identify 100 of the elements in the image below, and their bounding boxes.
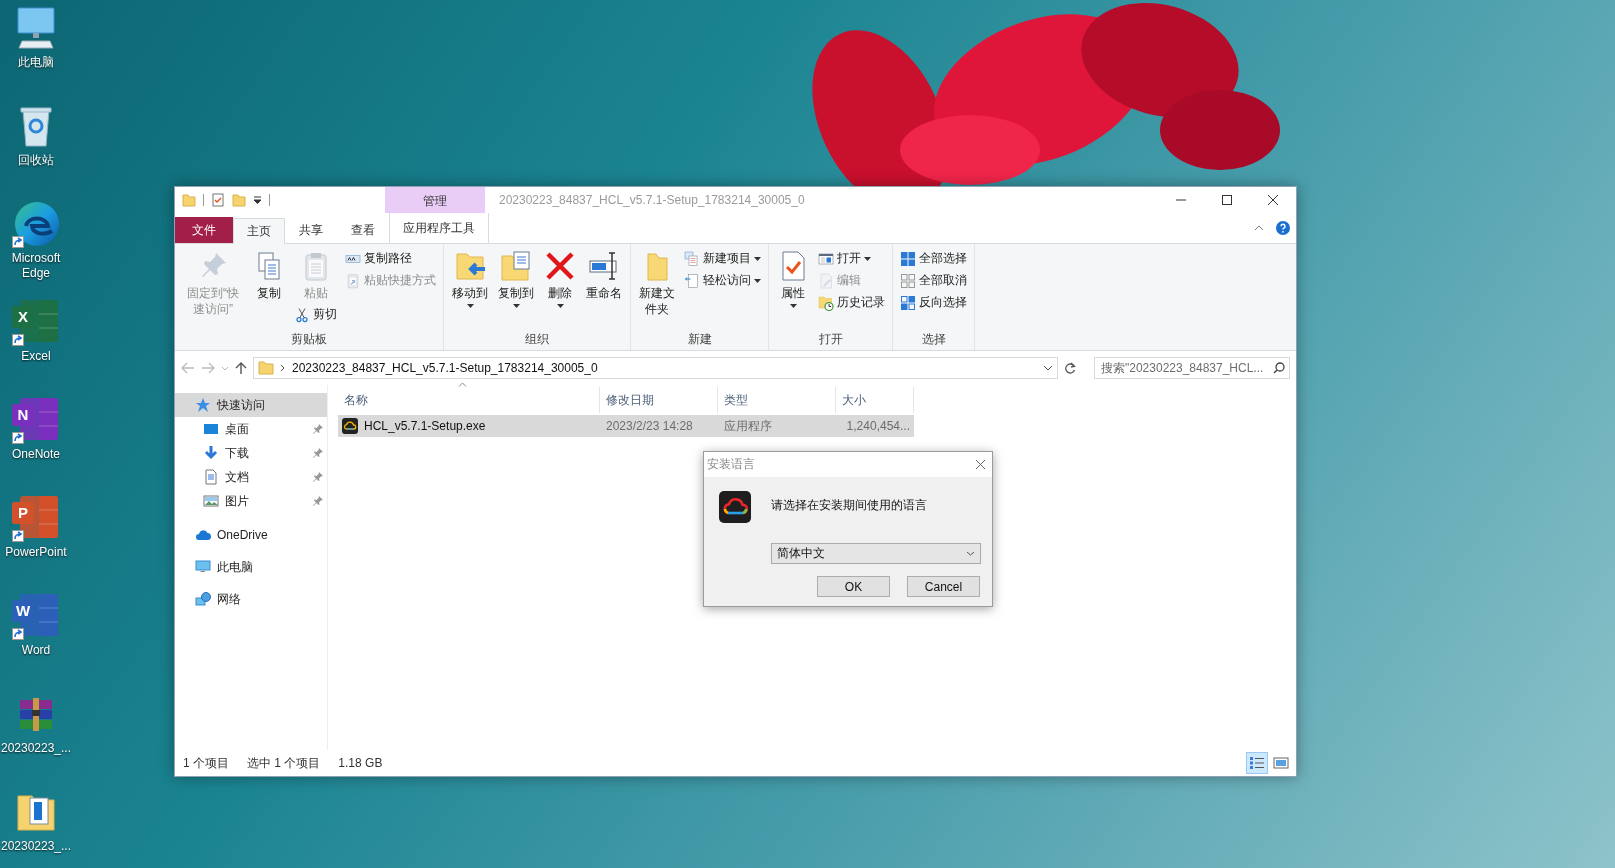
ribbon-button[interactable]: 复制路径 [342,248,439,269]
search-field[interactable]: 搜索"20230223_84837_HCL... [1094,357,1290,379]
maximize-icon[interactable] [1220,194,1234,206]
file-row[interactable]: HCL_v5.7.1-Setup.exe 2023/2/23 14:28 应用程序 1,240,454... [338,415,914,437]
network-icon [195,591,211,607]
clock-folder-icon [818,294,834,311]
cloud-icon [195,527,211,543]
navigation-item[interactable]: 快速访问 [175,393,327,417]
icon-letter: X [12,306,34,328]
navigation-item[interactable]: OneDrive [175,523,327,547]
navigation-item[interactable]: 桌面 [175,417,327,441]
navigation-item[interactable]: 文档 [175,465,327,489]
navigation-item[interactable]: 图片 [175,489,327,513]
ribbon-group-label: 剪贴板 [290,331,328,348]
desktop-icon [203,421,219,437]
ribbon-tab[interactable]: 共享 [285,217,337,243]
desktop-icon-label[interactable]: 此电脑 [0,55,72,70]
ribbon-button[interactable]: 重命名 [582,248,626,303]
icon-letter: W [12,600,34,622]
collapse-chevron-icon[interactable] [1254,225,1264,231]
caret-icon [789,304,797,308]
download-arrow-icon [203,445,219,461]
grid-squares-icon [900,250,916,267]
ribbon-button[interactable]: 剪切 [291,304,340,325]
column-header[interactable]: 名称 [338,387,600,413]
dropdown-caret-icon [966,551,975,556]
scissors-icon [294,306,310,323]
cloud-app-icon [342,418,358,434]
file-detail: 2023/2/23 14:28 [606,419,693,433]
desktop-icon-label[interactable]: OneNote [0,447,72,462]
swirl-icon[interactable] [12,200,60,248]
desktop-icon-label[interactable]: 20230223_... [0,839,72,854]
file-detail: 应用程序 [724,417,772,435]
ribbon-button[interactable]: 删除 [540,248,580,310]
ribbon-button[interactable]: 全部选择 [897,248,970,269]
caret-icon [466,304,474,308]
ribbon-button[interactable]: 全部取消 [897,270,970,291]
desktop-icon-label[interactable]: PowerPoint [0,545,72,560]
address-path: 20230223_84837_HCL_v5.7.1-Setup_1783214_30005_0 [292,361,599,375]
text-field-cursor-icon [588,250,620,282]
grid-mixed-icon [900,294,916,311]
selection-size: 1.18 GB [338,756,383,770]
desktop-icon-label[interactable]: 回收站 [0,153,72,168]
ribbon-tab[interactable]: 文件 [175,217,233,243]
details-view-icon[interactable] [1246,752,1268,774]
ribbon-button[interactable]: 复制 [249,248,289,303]
window-icon [818,250,834,267]
caret-icon [512,304,520,308]
caret-icon [754,256,761,261]
language-dropdown[interactable]: 简体中文 [771,543,981,564]
customize-caret-icon[interactable] [253,196,262,204]
ribbon-button[interactable]: 属性 [773,248,813,310]
checklist-document-icon[interactable] [211,193,225,207]
close-icon[interactable] [975,459,986,470]
ribbon-button[interactable]: 新建项目 [681,248,764,269]
folder-icon [258,361,274,375]
ribbon-button[interactable]: 轻松访问 [681,270,764,291]
new-item-icon [684,250,700,267]
pencil-page-icon [818,272,834,289]
ribbon-button[interactable]: 新建文件夹 [635,248,679,319]
ribbon-tab[interactable]: 主页 [233,218,285,244]
file-name: HCL_v5.7.1-Setup.exe [364,419,486,433]
ribbon-group-label: 新建 [686,331,713,348]
ribbon-button[interactable]: 打开 [815,248,888,269]
dialog-button[interactable]: Cancel [907,576,980,597]
desktop-icon-label[interactable]: Microsoft Edge [0,251,72,281]
ribbon-button[interactable]: 移动到 [448,248,492,310]
icon-letter: P [12,502,34,524]
refresh-icon[interactable] [1064,361,1076,375]
navigation-item[interactable]: 此电脑 [175,555,327,579]
picture-icon [203,493,219,509]
column-header[interactable]: 修改日期 [600,387,718,413]
dropdown-caret-icon[interactable] [1043,365,1053,371]
window-title: 20230223_84837_HCL_v5.7.1-Setup_1783214_30005_0 [498,192,806,209]
column-header[interactable]: 大小 [836,387,914,413]
caret-icon [556,304,564,308]
up-arrow-icon[interactable] [235,361,247,375]
item-count: 1 个项目 [183,754,229,772]
ribbon-button[interactable]: 反向选择 [897,292,970,313]
folder-documents-icon [500,250,532,282]
desktop-icon-label[interactable]: Excel [0,349,72,364]
context-tab-header: 管理 [385,187,485,213]
file-detail: 1,240,454... [846,419,910,433]
delete-icon [544,250,576,282]
ribbon-group-label: 组织 [524,331,550,348]
address-bar[interactable]: 20230223_84837_HCL_v5.7.1-Setup_1783214_30005_0 [253,357,1058,379]
ribbon-tab[interactable]: 查看 [337,217,389,243]
close-icon[interactable] [1266,194,1280,206]
star-icon [195,397,211,413]
desktop-icon-label[interactable]: Word [0,643,72,658]
navigation-item[interactable]: 下载 [175,441,327,465]
dialog-button[interactable]: OK [817,576,890,597]
help-icon[interactable] [1276,221,1290,235]
ribbon-group-label: 打开 [817,331,844,348]
desktop-icon-label[interactable]: 20230223_... [0,741,72,756]
ribbon-button[interactable]: 历史记录 [815,292,888,313]
ribbon-button[interactable]: 复制到 [494,248,538,310]
navigation-item[interactable]: 网络 [175,587,327,611]
column-header[interactable]: 类型 [718,387,836,413]
folder-arrow-icon [454,250,486,282]
